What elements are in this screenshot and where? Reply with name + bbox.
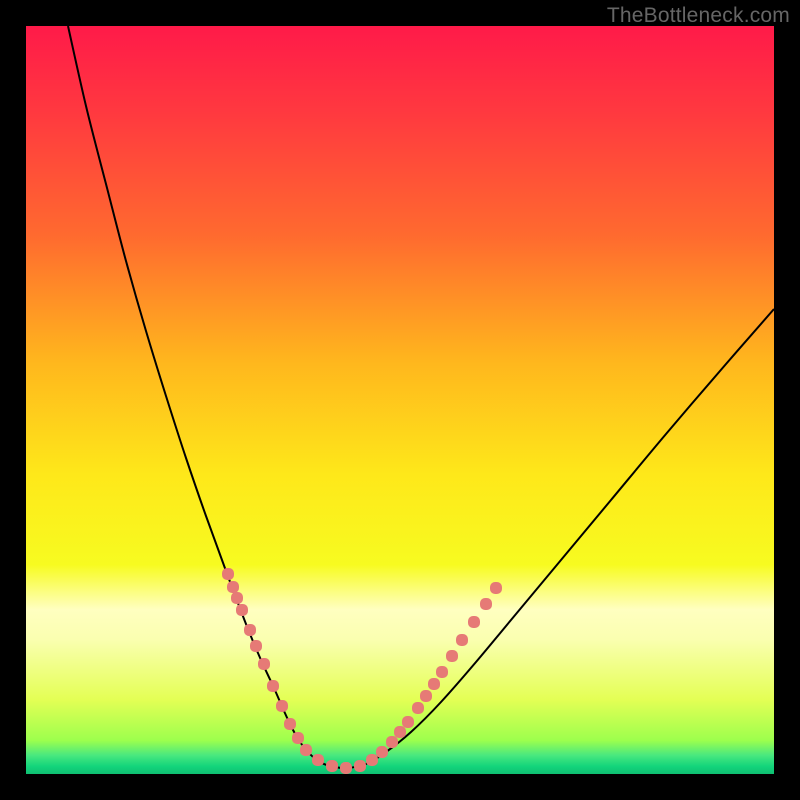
watermark-text: TheBottleneck.com: [607, 4, 790, 28]
background-gradient: [26, 26, 774, 774]
chart-frame: [26, 26, 774, 774]
